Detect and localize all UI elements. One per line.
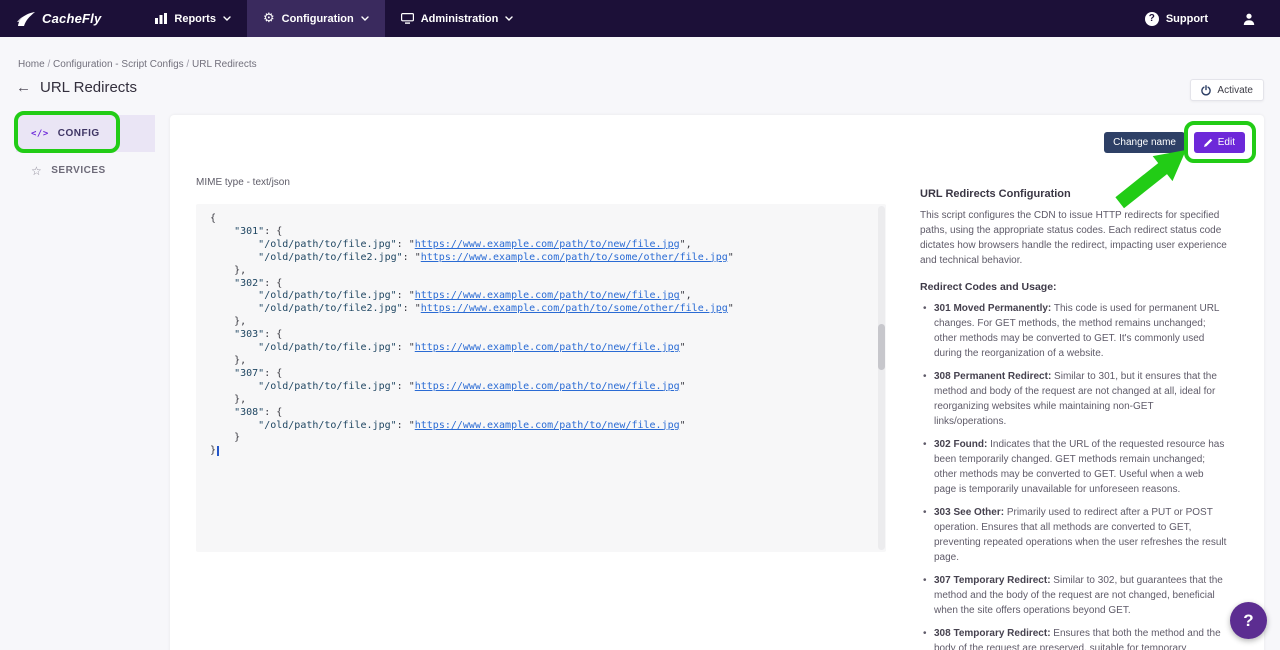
code-line[interactable]: "307": {: [210, 368, 872, 381]
text-cursor: [217, 446, 219, 456]
code-editor[interactable]: { "301": { "/old/path/to/file.jpg": "htt…: [196, 204, 886, 552]
code-line[interactable]: "303": {: [210, 329, 872, 342]
code-line[interactable]: "/old/path/to/file2.jpg": "https://www.e…: [210, 252, 872, 265]
code-line[interactable]: "/old/path/to/file.jpg": "https://www.ex…: [210, 420, 872, 433]
docs-codes-heading: Redirect Codes and Usage:: [920, 281, 1228, 293]
code-line[interactable]: "301": {: [210, 226, 872, 239]
scrollbar-thumb[interactable]: [878, 324, 885, 370]
pencil-icon: [1204, 138, 1213, 147]
code-line[interactable]: "/old/path/to/file2.jpg": "https://www.e…: [210, 303, 872, 316]
code-line[interactable]: },: [210, 316, 872, 329]
code-line[interactable]: {: [210, 213, 872, 226]
activate-button[interactable]: Activate: [1190, 79, 1264, 101]
nav-right: ? Support: [1129, 0, 1280, 37]
nav-support-label: Support: [1166, 13, 1208, 25]
breadcrumb-item: URL Redirects: [192, 59, 257, 70]
edit-label: Edit: [1218, 137, 1235, 148]
breadcrumb-item[interactable]: Configuration - Script Configs: [53, 59, 184, 70]
activate-label: Activate: [1217, 85, 1253, 96]
nav-administration-label: Administration: [421, 13, 499, 25]
gear-icon: ⚙: [263, 12, 275, 25]
redirect-code-item: 303 See Other: Primarily used to redirec…: [934, 505, 1228, 565]
content-card: Change name Edit MIME type - text/json {…: [170, 115, 1264, 650]
code-line[interactable]: "308": {: [210, 407, 872, 420]
brand-logo[interactable]: CacheFly: [0, 0, 119, 37]
sidebar: </> CONFIG ☆ SERVICES: [16, 115, 155, 189]
breadcrumb: Home / Configuration - Script Configs / …: [18, 59, 257, 70]
breadcrumb-item[interactable]: Home: [18, 59, 45, 70]
page-header: ← URL Redirects: [16, 79, 137, 96]
change-name-button[interactable]: Change name: [1104, 132, 1185, 153]
bar-chart-icon: [155, 13, 167, 24]
nav-configuration-label: Configuration: [282, 13, 354, 25]
top-navbar: CacheFly Reports ⚙ Configuration Adminis…: [0, 0, 1280, 37]
nav-administration[interactable]: Administration: [385, 0, 530, 37]
code-line[interactable]: }: [210, 445, 872, 458]
sidebar-services-label: SERVICES: [51, 165, 105, 176]
monitor-icon: [401, 13, 414, 24]
sidebar-item-config[interactable]: </> CONFIG: [16, 115, 155, 152]
edit-button[interactable]: Edit: [1194, 132, 1245, 153]
chevron-down-icon: [361, 16, 369, 21]
main-nav: Reports ⚙ Configuration Administration: [139, 0, 529, 37]
brand-name: CacheFly: [42, 11, 101, 26]
redirect-codes-list: 301 Moved Permanently: This code is used…: [920, 301, 1228, 650]
redirect-code-item: 308 Temporary Redirect: Ensures that bot…: [934, 626, 1228, 650]
redirect-code-item: 301 Moved Permanently: This code is used…: [934, 301, 1228, 361]
nav-user-menu[interactable]: [1224, 0, 1280, 37]
page-title: URL Redirects: [40, 79, 137, 96]
nav-reports-label: Reports: [174, 13, 216, 25]
sidebar-item-services[interactable]: ☆ SERVICES: [16, 152, 155, 189]
code-line[interactable]: "302": {: [210, 278, 872, 291]
user-icon: [1242, 12, 1256, 26]
nav-reports[interactable]: Reports: [139, 0, 247, 37]
cachefly-wing-icon: [16, 11, 36, 27]
redirect-code-item: 308 Permanent Redirect: Similar to 301, …: [934, 369, 1228, 429]
code-line[interactable]: },: [210, 394, 872, 407]
mime-type-label: MIME type - text/json: [196, 177, 290, 188]
code-line[interactable]: "/old/path/to/file.jpg": "https://www.ex…: [210, 342, 872, 355]
breadcrumb-separator: /: [45, 59, 53, 70]
breadcrumb-separator: /: [184, 59, 192, 70]
docs-intro: This script configures the CDN to issue …: [920, 208, 1228, 268]
chevron-down-icon: [223, 16, 231, 21]
editor-scrollbar[interactable]: [878, 206, 885, 550]
code-line[interactable]: },: [210, 265, 872, 278]
code-line[interactable]: "/old/path/to/file.jpg": "https://www.ex…: [210, 290, 872, 303]
code-icon: </>: [31, 129, 49, 139]
nav-support[interactable]: ? Support: [1129, 0, 1224, 37]
redirect-code-item: 307 Temporary Redirect: Similar to 302, …: [934, 573, 1228, 618]
chevron-down-icon: [505, 16, 513, 21]
redirect-code-item: 302 Found: Indicates that the URL of the…: [934, 437, 1228, 497]
code-line[interactable]: },: [210, 355, 872, 368]
sidebar-config-label: CONFIG: [58, 128, 100, 139]
back-arrow-button[interactable]: ←: [16, 80, 31, 95]
docs-panel: URL Redirects Configuration This script …: [920, 188, 1228, 650]
help-button[interactable]: ?: [1230, 602, 1267, 639]
docs-title: URL Redirects Configuration: [920, 188, 1228, 200]
code-line[interactable]: "/old/path/to/file.jpg": "https://www.ex…: [210, 239, 872, 252]
code-lines: { "301": { "/old/path/to/file.jpg": "htt…: [210, 213, 872, 458]
nav-configuration[interactable]: ⚙ Configuration: [247, 0, 385, 37]
code-line[interactable]: "/old/path/to/file.jpg": "https://www.ex…: [210, 381, 872, 394]
star-icon: ☆: [31, 164, 42, 178]
help-circle-icon: ?: [1145, 12, 1159, 26]
code-line[interactable]: }: [210, 432, 872, 445]
power-icon: [1201, 85, 1211, 96]
